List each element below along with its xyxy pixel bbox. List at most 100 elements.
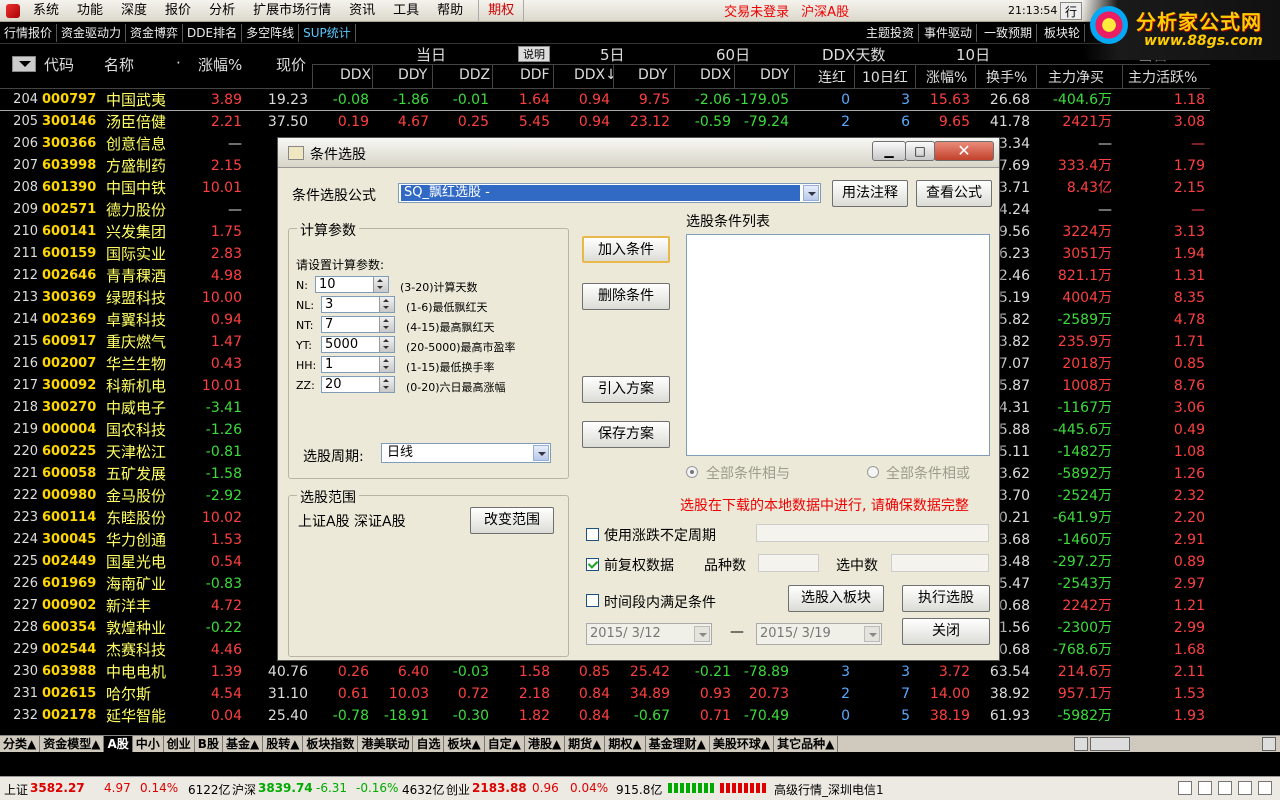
spin-arrows-icon[interactable] — [379, 377, 394, 392]
import-scheme-button[interactable]: 引入方案 — [582, 376, 670, 403]
execute-pick-button[interactable]: 执行选股 — [902, 585, 990, 612]
trade-button[interactable]: 行 — [1060, 2, 1083, 20]
menu-system[interactable]: 系统 — [24, 0, 68, 22]
tab-options[interactable]: 期权▲ — [605, 736, 646, 752]
tab-futures[interactable]: 期货▲ — [565, 736, 606, 752]
col-consecutive-red[interactable]: 连红 — [818, 67, 846, 87]
menu-extended-market[interactable]: 扩展市场行情 — [244, 0, 340, 22]
tab-hk-us-link[interactable]: 港美联动 — [358, 736, 414, 752]
chk-forward-adjust[interactable] — [586, 558, 599, 571]
param-nt-input[interactable]: 7 — [321, 316, 395, 333]
spin-arrows-icon[interactable] — [379, 317, 394, 332]
tab-a-shares[interactable]: A股 — [104, 736, 133, 752]
col-10day-red[interactable]: 10日红 — [862, 67, 908, 87]
settings-icon[interactable] — [1258, 781, 1272, 795]
dialog-titlebar[interactable]: 条件选股 ▁ □ ✕ — [278, 138, 999, 168]
toolbar-consensus[interactable]: 一致预期 — [980, 24, 1038, 42]
col-10day-change[interactable]: 涨幅% — [926, 67, 967, 87]
close-dialog-button[interactable]: 关闭 — [902, 618, 990, 645]
col-turnover[interactable]: 换手% — [986, 67, 1027, 87]
close-window-button[interactable]: ✕ — [934, 141, 994, 161]
toolbar-fund-game[interactable]: 资金博弈 — [126, 23, 184, 42]
toolbar-dde-rank[interactable]: DDE排名 — [183, 23, 243, 42]
col-ddx-5day[interactable]: DDX↓ — [574, 67, 617, 83]
col-ddf[interactable]: DDF — [520, 67, 550, 83]
spin-arrows-icon[interactable] — [379, 297, 394, 312]
toolbar-sector-rotation[interactable]: 板块轮 — [1040, 24, 1086, 42]
message-icon[interactable] — [1178, 781, 1192, 795]
trade-login-status[interactable]: 交易未登录 — [724, 1, 789, 20]
chevron-down-icon[interactable] — [803, 185, 819, 201]
menu-tools[interactable]: 工具 — [384, 0, 428, 22]
col-price[interactable]: 现价 — [276, 54, 306, 75]
radio-all-and[interactable] — [686, 466, 698, 478]
bell-icon[interactable] — [1218, 781, 1232, 795]
col-ddx[interactable]: DDX — [340, 67, 371, 83]
maximize-button[interactable]: □ — [905, 141, 935, 161]
toolbar-sup-stats[interactable]: SUP统计 — [299, 23, 356, 42]
add-to-block-button[interactable]: 选股入板块 — [788, 585, 884, 612]
tab-b-shares[interactable]: B股 — [195, 736, 223, 752]
param-nl-input[interactable]: 3 — [321, 296, 395, 313]
tab-fund-model[interactable]: 资金模型▲ — [40, 736, 105, 752]
app-logo-icon[interactable] — [2, 2, 24, 20]
menu-function[interactable]: 功能 — [68, 0, 112, 22]
date-from-picker[interactable]: 2015/ 3/12 — [586, 623, 712, 645]
param-hh-input[interactable]: 1 — [321, 356, 395, 373]
col-ddz[interactable]: DDZ — [459, 67, 490, 83]
tab-hk-stocks[interactable]: 港股▲ — [525, 736, 566, 752]
user-icon[interactable] — [1238, 781, 1252, 795]
table-row[interactable]: 204 000797 中国武夷 3.89 19.23 -0.08 -1.86 -0.01 1.6… — [0, 89, 1210, 111]
toolbar-long-short[interactable]: 多空阵线 — [242, 23, 300, 42]
chevron-down-icon[interactable] — [864, 626, 880, 642]
window-icon[interactable] — [1198, 781, 1212, 795]
tab-custom[interactable]: 自定▲ — [485, 736, 525, 752]
col-ddx-60day[interactable]: DDX — [700, 67, 731, 83]
col-change[interactable]: 涨幅% — [198, 54, 242, 75]
tab-chinext[interactable]: 创业 — [164, 736, 195, 752]
spin-arrows-icon[interactable] — [379, 337, 394, 352]
param-zz-input[interactable]: 20 — [321, 376, 395, 393]
menu-depth[interactable]: 深度 — [112, 0, 156, 22]
menu-analysis[interactable]: 分析 — [200, 0, 244, 22]
menu-quote[interactable]: 报价 — [156, 0, 200, 22]
tab-stock-transfer[interactable]: 股转▲ — [263, 736, 304, 752]
date-to-picker[interactable]: 2015/ 3/19 — [756, 623, 882, 645]
table-row[interactable]: 232 002178 延华智能 0.04 25.40 -0.78 -18.91 -0.30 1.… — [0, 705, 1210, 727]
menu-help[interactable]: 帮助 — [428, 0, 472, 22]
tab-other[interactable]: 其它品种▲ — [774, 736, 839, 752]
tab-category[interactable]: 分类▲ — [0, 736, 41, 752]
chk-uncertain-period[interactable] — [586, 528, 599, 541]
col-ddy-5day[interactable]: DDY — [638, 67, 667, 83]
param-n-input[interactable]: 10 — [315, 276, 389, 293]
toolbar-fund-drive[interactable]: 资金驱动力 — [57, 23, 127, 42]
tab-funds[interactable]: 基金▲ — [223, 736, 264, 752]
sort-dropdown-icon[interactable] — [12, 56, 36, 72]
chevron-down-icon[interactable] — [694, 626, 710, 642]
menu-options[interactable]: 期权 — [478, 0, 525, 22]
col-ddy-60day[interactable]: DDY — [760, 67, 789, 83]
tab-sme[interactable]: 中小 — [133, 736, 164, 752]
minimize-button[interactable]: ▁ — [872, 141, 906, 161]
col-main-net-buy[interactable]: 主力净买 — [1048, 67, 1104, 87]
usage-note-button[interactable]: 用法注释 — [832, 180, 908, 207]
toolbar-theme-invest[interactable]: 主题投资 — [862, 24, 920, 42]
spin-arrows-icon[interactable] — [379, 357, 394, 372]
table-row[interactable]: 231 002615 哈尔斯 4.54 31.10 0.61 10.03 0.72 2.18 0.… — [0, 683, 1210, 705]
sh-index-value[interactable]: 3582.27 — [30, 781, 85, 795]
condition-list[interactable] — [686, 234, 990, 456]
save-scheme-button[interactable]: 保存方案 — [582, 421, 670, 448]
tab-us-global[interactable]: 美股环球▲ — [710, 736, 775, 752]
change-range-button[interactable]: 改变范围 — [470, 507, 554, 534]
col-code[interactable]: 代码 — [44, 54, 74, 75]
col-name[interactable]: 名称 — [104, 54, 134, 75]
explain-button[interactable]: 说明 — [518, 46, 550, 62]
tab-scroll-thumb[interactable] — [1090, 737, 1130, 751]
tab-fund-finance[interactable]: 基金理财▲ — [646, 736, 710, 752]
server-status[interactable]: 高级行情_深圳电信1 — [774, 781, 884, 798]
tab-sector[interactable]: 板块▲ — [444, 736, 485, 752]
radio-all-or[interactable] — [867, 466, 879, 478]
table-row[interactable]: 230 603988 中电电机 1.39 40.76 0.26 6.40 -0.03 1.58 0… — [0, 661, 1210, 683]
chevron-down-icon[interactable] — [533, 445, 549, 461]
toolbar-quote[interactable]: 行情报价 — [0, 23, 58, 42]
